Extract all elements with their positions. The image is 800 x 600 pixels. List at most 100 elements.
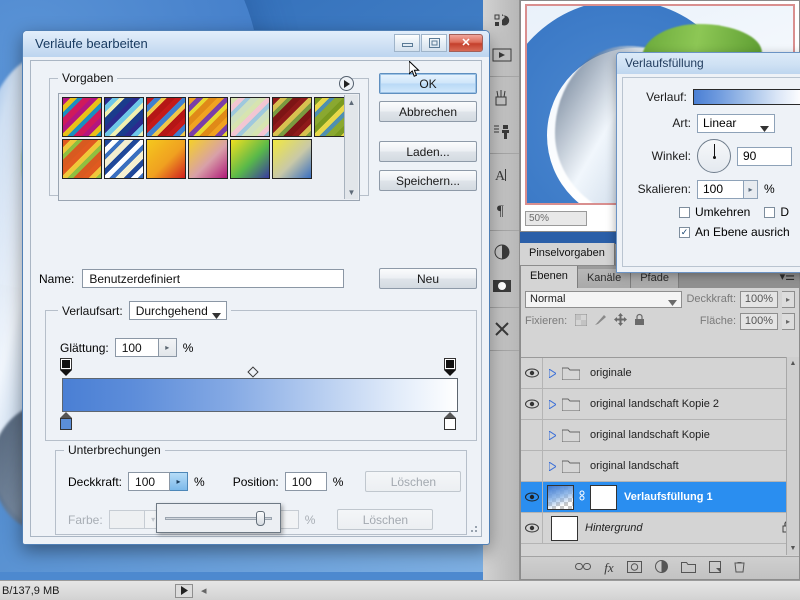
align-layer-checkbox[interactable]: ✓ [679, 226, 690, 238]
table-row[interactable]: originale [521, 358, 799, 389]
stop-opacity-spinner[interactable]: ▸ [170, 472, 189, 491]
presets-list[interactable]: ▲ ▼ [58, 93, 360, 201]
reverse-checkbox[interactable] [679, 206, 690, 218]
layer-mask-thumbnail[interactable] [590, 484, 617, 510]
delete-stop-button-1[interactable]: Löschen [365, 471, 462, 492]
layer-style-fx-icon[interactable]: fx [604, 560, 613, 576]
tab-pinselvorgaben[interactable]: Pinselvorgaben [520, 243, 615, 265]
color-stop-right[interactable] [444, 412, 456, 430]
table-row[interactable]: Verlaufsfüllung 1 [521, 481, 799, 513]
angle-dial[interactable] [697, 139, 731, 173]
group-expand-arrow[interactable] [543, 399, 561, 409]
link-mask-icon[interactable] [577, 490, 586, 505]
opacity-slider-track[interactable] [165, 510, 272, 526]
layer-list-scrollbar[interactable]: ▲ ▼ [786, 357, 799, 555]
blend-mode-select[interactable]: Normal [525, 290, 683, 308]
gradient-preview-swatch[interactable] [692, 89, 800, 105]
minimize-button[interactable] [394, 34, 420, 52]
table-row[interactable]: original landschaft Kopie [521, 419, 799, 451]
layer-visibility-toggle[interactable] [521, 358, 543, 389]
scroll-left-icon[interactable]: ◂ [201, 584, 207, 597]
cancel-button[interactable]: Abbrechen [379, 101, 477, 122]
scroll-up-icon[interactable]: ▲ [787, 357, 799, 370]
new-button[interactable]: Neu [379, 268, 477, 289]
list-item[interactable] [230, 139, 270, 179]
list-item[interactable] [188, 139, 228, 179]
opacity-slider-popup[interactable] [156, 503, 281, 533]
tab-ebenen[interactable]: Ebenen [521, 266, 578, 288]
lock-move-icon[interactable] [614, 313, 628, 329]
layer-visibility-toggle[interactable] [521, 419, 543, 451]
list-item[interactable] [272, 139, 312, 179]
scroll-up-icon[interactable]: ▲ [345, 95, 358, 109]
list-item[interactable] [146, 97, 186, 137]
stop-opacity-field[interactable]: 100 [128, 472, 171, 491]
fill-spinner[interactable]: ▸ [782, 312, 795, 330]
table-row[interactable]: original landschaft Kopie 2 [521, 388, 799, 420]
scale-field[interactable]: 100 [697, 179, 744, 199]
presets-scrollbar[interactable]: ▲ ▼ [344, 95, 358, 199]
gradient-type-select[interactable]: Linear [697, 113, 775, 133]
opacity-spinner[interactable]: ▸ [782, 290, 795, 308]
list-item[interactable] [146, 139, 186, 179]
scroll-down-icon[interactable]: ▼ [787, 542, 799, 555]
layer-visibility-toggle[interactable] [521, 512, 543, 544]
scroll-down-icon[interactable]: ▼ [345, 185, 358, 199]
fill-field[interactable]: 100% [740, 312, 778, 330]
color-stop-left[interactable] [60, 412, 72, 430]
table-row[interactable]: Hintergrund [521, 512, 799, 544]
delete-layer-icon[interactable] [734, 560, 745, 576]
opacity-slider-knob[interactable] [256, 510, 265, 526]
list-item[interactable] [272, 97, 312, 137]
group-expand-arrow[interactable] [543, 430, 561, 440]
save-button[interactable]: Speichern... [379, 170, 477, 191]
maximize-button[interactable] [421, 34, 447, 52]
list-item[interactable] [230, 97, 270, 137]
layer-visibility-toggle[interactable] [521, 388, 543, 420]
opacity-stop-left[interactable] [60, 358, 72, 376]
lock-transparency-icon[interactable] [574, 313, 588, 329]
list-item[interactable] [188, 97, 228, 137]
layer-visibility-toggle[interactable] [521, 450, 543, 482]
group-expand-arrow[interactable] [543, 368, 561, 378]
angle-field[interactable]: 90 [737, 146, 792, 166]
smoothness-spinner[interactable]: ▸ [158, 338, 177, 357]
lock-all-icon[interactable] [634, 313, 645, 329]
layer-thumbnail[interactable] [551, 515, 578, 541]
dialog-title-bar[interactable]: Verläufe bearbeiten ✕ [23, 31, 489, 57]
adjustment-layer-icon[interactable] [654, 560, 668, 576]
group-expand-arrow[interactable] [543, 461, 561, 471]
load-button[interactable]: Laden... [379, 141, 477, 162]
preset-menu-icon[interactable] [339, 76, 354, 91]
delete-stop-button-2[interactable]: Löschen [337, 509, 434, 530]
name-input[interactable]: Benutzerdefiniert [82, 269, 345, 288]
stop-position-field[interactable]: 100 [284, 472, 327, 491]
ok-button[interactable]: OK [379, 73, 477, 94]
close-button[interactable]: ✕ [449, 34, 483, 52]
zoom-level-field[interactable]: 50% [525, 210, 587, 226]
gradient-type-select[interactable]: Durchgehend [128, 301, 227, 320]
dither-checkbox[interactable] [764, 206, 776, 218]
midpoint-diamond[interactable] [247, 366, 259, 378]
reverse-checkbox-row[interactable]: Umkehren [679, 205, 750, 219]
list-item[interactable] [62, 139, 102, 179]
gradient-strip[interactable] [62, 378, 458, 412]
align-layer-checkbox-row[interactable]: ✓ An Ebene ausrich [679, 225, 790, 239]
new-layer-icon[interactable] [708, 560, 721, 576]
dither-checkbox-row[interactable]: D [764, 205, 789, 219]
stop-color-swatch[interactable] [108, 510, 145, 529]
smoothness-field[interactable]: 100 [114, 338, 159, 357]
scale-spinner[interactable]: ▸ [744, 179, 758, 199]
list-item[interactable] [104, 139, 144, 179]
opacity-stop-right[interactable] [444, 358, 456, 376]
layer-thumbnail[interactable] [547, 484, 574, 510]
status-expand-button[interactable] [175, 583, 193, 598]
list-item[interactable] [104, 97, 144, 137]
layer-visibility-toggle[interactable] [521, 481, 543, 513]
add-mask-icon[interactable] [626, 560, 642, 576]
resize-grip[interactable] [467, 522, 479, 534]
new-group-icon[interactable] [680, 561, 696, 576]
table-row[interactable]: original landschaft [521, 450, 799, 482]
lock-paint-icon[interactable] [594, 314, 607, 329]
list-item[interactable] [62, 97, 102, 137]
